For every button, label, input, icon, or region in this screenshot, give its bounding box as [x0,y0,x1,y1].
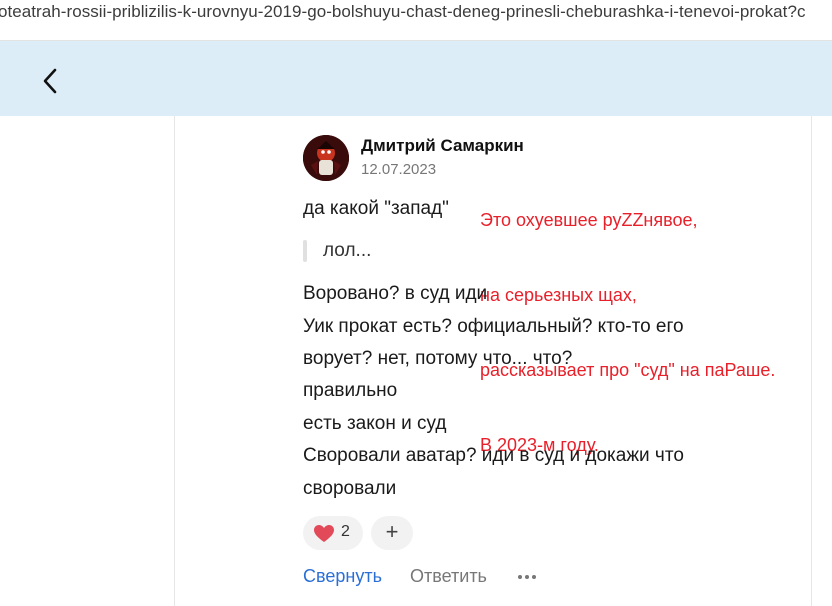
page-header [0,41,832,116]
collapse-button[interactable]: Свернуть [303,566,382,587]
quote-text: лол... [323,240,372,261]
heart-icon [314,525,334,542]
reply-button[interactable]: Ответить [410,566,487,587]
plus-icon: + [385,519,399,544]
more-options-button[interactable] [518,575,538,581]
annotation-line: Это охуевшее руZZнявое, [480,210,698,230]
content-divider-right [811,116,812,606]
quote-bar [303,240,307,262]
more-dots-icon [525,575,529,579]
content-divider-left [174,116,175,606]
url-text[interactable]: oteatrah-rossii-priblizilis-k-urovnyu-20… [0,2,806,22]
comment-line: Воровано? в суд иди [303,283,488,304]
comment-line: Своровали аватар? иди в суд и докажи что [303,445,684,466]
back-button[interactable] [30,59,70,99]
add-reaction-button[interactable]: + [371,516,413,550]
avatar-image [303,135,349,181]
more-dots-icon [518,575,522,579]
more-dots-icon [532,575,536,579]
comment-line: есть закон и суд [303,413,447,434]
comment-line: Уик прокат есть? официальный? кто-то его [303,316,684,337]
comment-line: правильно [303,380,398,401]
comment-line: ворует? нет, потому что... что? [303,348,573,369]
address-bar[interactable]: oteatrah-rossii-priblizilis-k-urovnyu-20… [0,0,832,41]
annotation-line: на серьезных щах, [480,285,637,305]
comment-line: своровали [303,478,397,499]
chevron-left-icon [43,68,57,94]
avatar[interactable] [303,135,349,181]
reaction-count: 2 [341,523,350,540]
comment-first-line: да какой "запад" [303,198,449,219]
author-name[interactable]: Дмитрий Самаркин [361,136,524,156]
like-reaction-button[interactable]: 2 [303,516,363,550]
comment-date: 12.07.2023 [361,161,437,178]
